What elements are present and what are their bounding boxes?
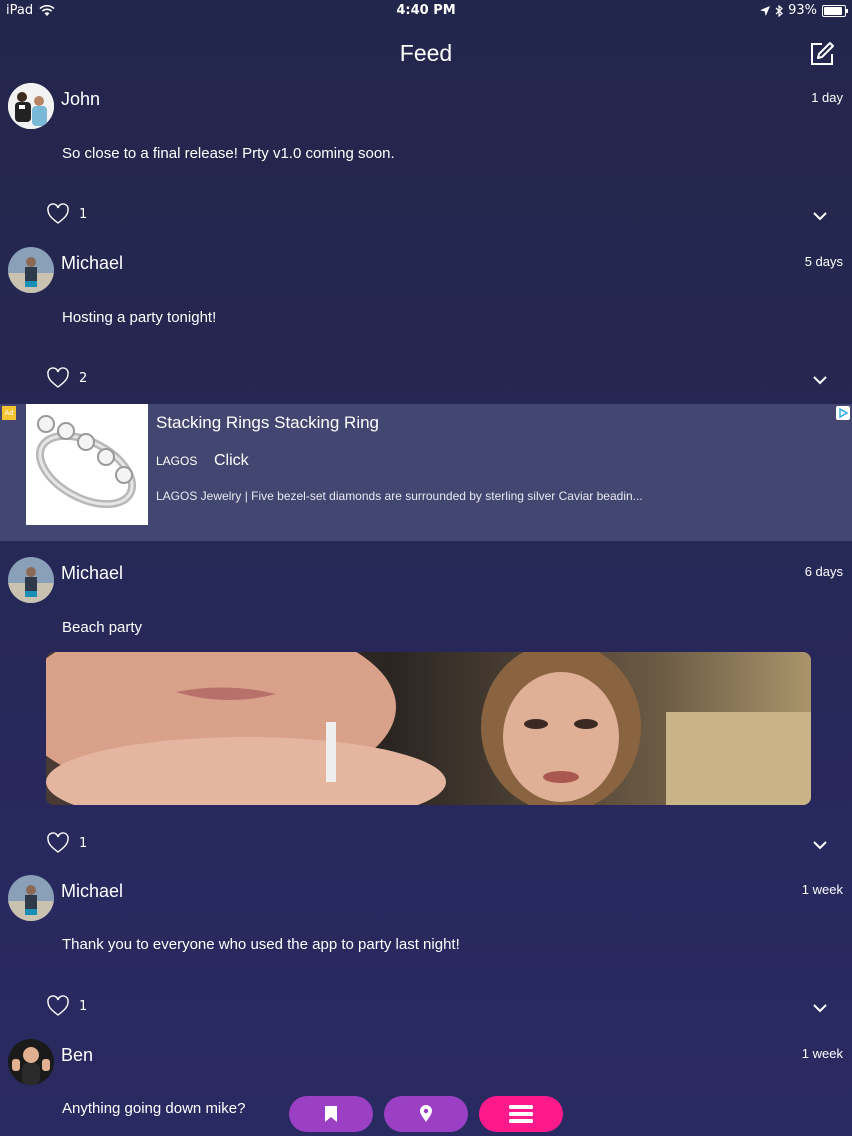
post-author[interactable]: Michael [61, 881, 123, 902]
post-time: 1 week [801, 882, 843, 897]
post-text: So close to a final release! Prty v1.0 c… [62, 145, 395, 162]
like-count: 1 [79, 999, 88, 1014]
feed-post: Michael 1 week Thank you to everyone who… [0, 875, 852, 1025]
post-author[interactable]: John [61, 89, 100, 110]
post-time: 5 days [804, 254, 843, 269]
heart-icon[interactable] [46, 367, 70, 389]
feed-post: Michael 5 days Hosting a party tonight! … [0, 247, 852, 397]
nav-bar: Feed [0, 22, 852, 78]
heart-icon[interactable] [46, 832, 70, 854]
like-count: 1 [79, 207, 88, 222]
avatar[interactable] [8, 875, 54, 921]
post-time: 6 days [804, 564, 843, 579]
battery-icon [822, 4, 848, 17]
chevron-down-icon[interactable] [812, 840, 828, 850]
tab-feed[interactable] [479, 1096, 563, 1132]
ad-description: LAGOS Jewelry | Five bezel-set diamonds … [156, 489, 643, 503]
avatar[interactable] [8, 247, 54, 293]
chevron-down-icon[interactable] [812, 375, 828, 385]
heart-icon[interactable] [46, 203, 70, 225]
ad-cta-button[interactable]: Click [214, 452, 249, 470]
ad-badge: Ad [2, 406, 16, 420]
post-text: Hosting a party tonight! [62, 309, 217, 326]
post-text: Anything going down mike? [62, 1100, 246, 1117]
like-count: 1 [79, 836, 88, 851]
avatar[interactable] [8, 1039, 54, 1085]
page-title: Feed [399, 40, 453, 66]
ad-brand: LAGOS [156, 454, 198, 468]
location-arrow-icon [760, 5, 771, 16]
bookmark-icon [325, 1106, 337, 1122]
tab-map[interactable] [384, 1096, 468, 1132]
status-bar: iPad 4:40 PM 93% [0, 0, 852, 22]
heart-icon[interactable] [46, 995, 70, 1017]
post-text: Beach party [62, 619, 143, 636]
battery-percent: 93% [788, 3, 817, 18]
avatar[interactable] [8, 83, 54, 129]
menu-icon [509, 1105, 533, 1123]
like-count: 2 [79, 371, 88, 386]
chevron-down-icon[interactable] [812, 211, 828, 221]
ad-headline[interactable]: Stacking Rings Stacking Ring [156, 413, 379, 433]
chevron-down-icon[interactable] [812, 1003, 828, 1013]
post-author[interactable]: Michael [61, 563, 123, 584]
post-time: 1 day [811, 90, 843, 105]
adchoices-icon[interactable] [836, 406, 850, 420]
post-author[interactable]: Michael [61, 253, 123, 274]
post-photo[interactable] [46, 652, 811, 805]
avatar[interactable] [8, 557, 54, 603]
feed-post: John 1 day So close to a final release! … [0, 83, 852, 243]
tab-bookmarks[interactable] [289, 1096, 373, 1132]
compose-icon[interactable] [808, 40, 836, 68]
ad-banner[interactable]: Ad Stacking Rings Stacking Ring LAGOS Cl… [0, 404, 852, 541]
post-text: Thank you to everyone who used the app t… [62, 936, 460, 953]
post-author[interactable]: Ben [61, 1045, 93, 1066]
ad-image[interactable] [26, 404, 148, 525]
bluetooth-icon [775, 4, 784, 17]
post-time: 1 week [801, 1046, 843, 1061]
clock: 4:40 PM [396, 3, 456, 18]
bottom-tab-bar [289, 1096, 563, 1132]
location-pin-icon [420, 1105, 432, 1122]
